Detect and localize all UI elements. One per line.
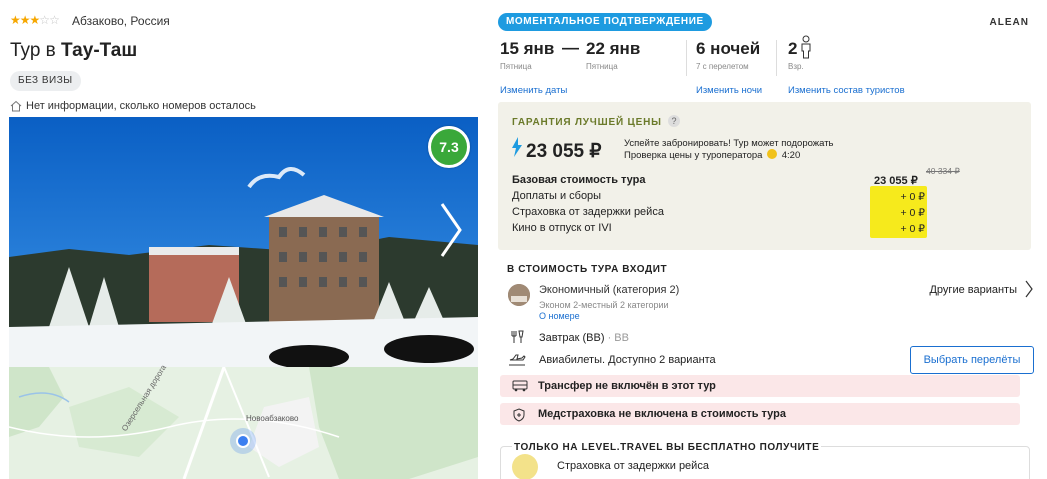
rooms-info-text: Нет информации, сколько номеров осталось bbox=[26, 100, 256, 112]
divider bbox=[686, 40, 687, 76]
medical-warning-text: Медстраховка не включена в стоимость тур… bbox=[538, 408, 786, 420]
included-title: В СТОИМОСТЬ ТУРА ВХОДИТ bbox=[507, 264, 668, 275]
date-separator: — bbox=[562, 38, 579, 57]
chevron-right-icon[interactable] bbox=[1025, 280, 1033, 298]
cinema-value: + 0 ₽ bbox=[900, 223, 926, 235]
star-icon: ★ bbox=[19, 13, 31, 27]
base-cost-label: Базовая стоимость тура bbox=[512, 174, 646, 186]
fees-label: Доплаты и сборы bbox=[512, 190, 602, 202]
hurry-line1: Успейте забронировать! Тур может подорож… bbox=[624, 138, 834, 149]
fees-value: + 0 ₽ bbox=[900, 191, 926, 203]
change-dates-link[interactable]: Изменить даты bbox=[500, 85, 567, 96]
hurry-line2: Проверка цены у туроператора 4:20 bbox=[624, 149, 834, 162]
airplane-icon bbox=[509, 354, 526, 366]
title-prefix: Тур в bbox=[10, 40, 56, 61]
choose-flights-button[interactable]: Выбрать перелёты bbox=[910, 346, 1034, 374]
fork-glass-icon bbox=[511, 330, 524, 343]
adults-sub: Взр. bbox=[788, 62, 804, 71]
delay-insurance-label: Страховка от задержки рейса bbox=[512, 206, 664, 218]
room-name: Экономичный (категория 2) bbox=[539, 284, 680, 296]
transfer-warning-text: Трансфер не включён в этот тур bbox=[538, 380, 716, 392]
map-town-label: Новоабзаково bbox=[246, 414, 299, 423]
date-to-day: Пятница bbox=[586, 62, 618, 71]
guarantee-title: ГАРАНТИЯ ЛУЧШЕЙ ЦЕНЫ bbox=[512, 117, 662, 128]
flights-info: Авиабилеты. Доступно 2 варианта bbox=[539, 354, 716, 366]
free-bonus-item: Страховка от задержки рейса bbox=[557, 460, 709, 472]
star-empty-icon: ☆ bbox=[49, 13, 60, 27]
date-from: 15 янв bbox=[500, 39, 555, 58]
hotel-photo[interactable] bbox=[9, 117, 478, 367]
transfer-warning: Трансфер не включён в этот тур bbox=[500, 375, 1020, 397]
total-price: 23 055 ₽ bbox=[526, 141, 602, 162]
about-room-link[interactable]: О номере bbox=[539, 311, 580, 321]
visa-badge: БЕЗ ВИЗЫ bbox=[10, 71, 81, 91]
rating-badge: 7.3 bbox=[428, 126, 470, 168]
page-title: Тур в Тау-Таш bbox=[10, 40, 137, 62]
tour-column: МОМЕНТАЛЬНОЕ ПОДТВЕРЖДЕНИЕ ALEAN 15 янв … bbox=[498, 0, 1047, 479]
bus-icon bbox=[512, 380, 528, 392]
hotel-location: Абзаково, Россия bbox=[72, 14, 170, 28]
date-from-day: Пятница bbox=[500, 62, 532, 71]
base-cost-old: 40 334 ₽ bbox=[926, 166, 960, 176]
rooms-info: Нет информации, сколько номеров осталось bbox=[10, 100, 256, 112]
meal-info: Завтрак (BB) · BB bbox=[539, 332, 629, 344]
hotel-map[interactable] bbox=[9, 367, 478, 479]
room-subtitle: Эконом 2-местный 2 категории bbox=[539, 300, 669, 310]
divider bbox=[776, 40, 777, 76]
lightning-icon bbox=[512, 137, 522, 157]
delay-insurance-icon bbox=[512, 454, 538, 479]
hurry-notice: Успейте забронировать! Тур может подорож… bbox=[624, 138, 834, 162]
hotel-stars: ★★★☆☆ bbox=[10, 13, 60, 27]
hotel-column: ★★★☆☆ Абзаково, Россия Тур в Тау-Таш БЕЗ… bbox=[0, 0, 490, 479]
meal-code: · BB bbox=[607, 332, 629, 344]
nights-count: 6 ночей bbox=[696, 39, 761, 58]
other-variants-link[interactable]: Другие варианты bbox=[929, 284, 1017, 296]
help-icon[interactable]: ? bbox=[668, 115, 680, 127]
star-icon: ★ bbox=[29, 13, 41, 27]
room-thumbnail[interactable] bbox=[508, 284, 530, 306]
hurry-line2-text: Проверка цены у туроператора bbox=[624, 150, 763, 161]
nights-sub: 7 с перелетом bbox=[696, 62, 749, 71]
cinema-label: Кино в отпуск от IVI bbox=[512, 222, 612, 234]
shield-icon bbox=[513, 408, 525, 422]
date-to: 22 янв bbox=[586, 39, 641, 58]
chevron-right-icon[interactable] bbox=[436, 200, 466, 260]
instant-confirmation-badge: МОМЕНТАЛЬНОЕ ПОДТВЕРЖДЕНИЕ bbox=[498, 13, 712, 31]
location-pin-icon bbox=[236, 434, 250, 448]
star-empty-icon: ☆ bbox=[39, 13, 50, 27]
delay-insurance-value: + 0 ₽ bbox=[900, 207, 926, 219]
adults-count: 2 bbox=[788, 39, 798, 58]
change-tourists-link[interactable]: Изменить состав туристов bbox=[788, 85, 905, 96]
clock-icon bbox=[767, 149, 778, 160]
star-icon: ★ bbox=[10, 13, 21, 27]
hotel-name: Тау-Таш bbox=[61, 40, 138, 61]
change-nights-link[interactable]: Изменить ночи bbox=[696, 85, 762, 96]
hurry-timer: 4:20 bbox=[781, 150, 801, 161]
person-icon bbox=[801, 35, 811, 59]
medical-warning: Медстраховка не включена в стоимость тур… bbox=[500, 403, 1020, 425]
meal-name: Завтрак (BB) bbox=[539, 332, 605, 344]
tour-operator: ALEAN bbox=[989, 17, 1029, 28]
home-icon bbox=[10, 100, 22, 112]
free-bonuses-title: ТОЛЬКО НА LEVEL.TRAVEL ВЫ БЕСПЛАТНО ПОЛУ… bbox=[512, 442, 822, 453]
